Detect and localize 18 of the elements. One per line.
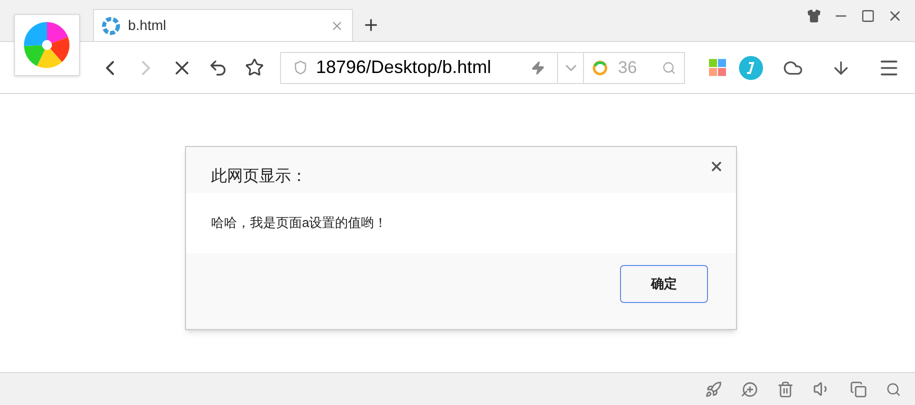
logo-tile[interactable] [14, 14, 80, 76]
star-icon[interactable] [244, 58, 264, 77]
undo-icon[interactable] [208, 58, 228, 78]
apps-grid-icon[interactable] [709, 58, 727, 76]
favicon-icon [102, 16, 120, 34]
close-icon[interactable] [709, 159, 724, 174]
dialog-message: 哈哈，我是页面a设置的值哟！ [211, 215, 388, 230]
browser-logo-icon[interactable] [22, 20, 72, 70]
window-copy-icon[interactable] [850, 380, 867, 398]
plus-icon[interactable] [362, 16, 380, 34]
maximize-icon[interactable] [861, 9, 875, 23]
ok-button[interactable]: 确定 [620, 265, 708, 303]
browser-tab[interactable]: b.html [93, 9, 353, 41]
trash-icon[interactable] [777, 380, 794, 398]
rocket-icon[interactable] [705, 380, 722, 398]
tab-title: b.html [128, 16, 168, 35]
search-icon[interactable] [886, 382, 901, 396]
dialog-title: 此网页显示： [211, 166, 307, 187]
